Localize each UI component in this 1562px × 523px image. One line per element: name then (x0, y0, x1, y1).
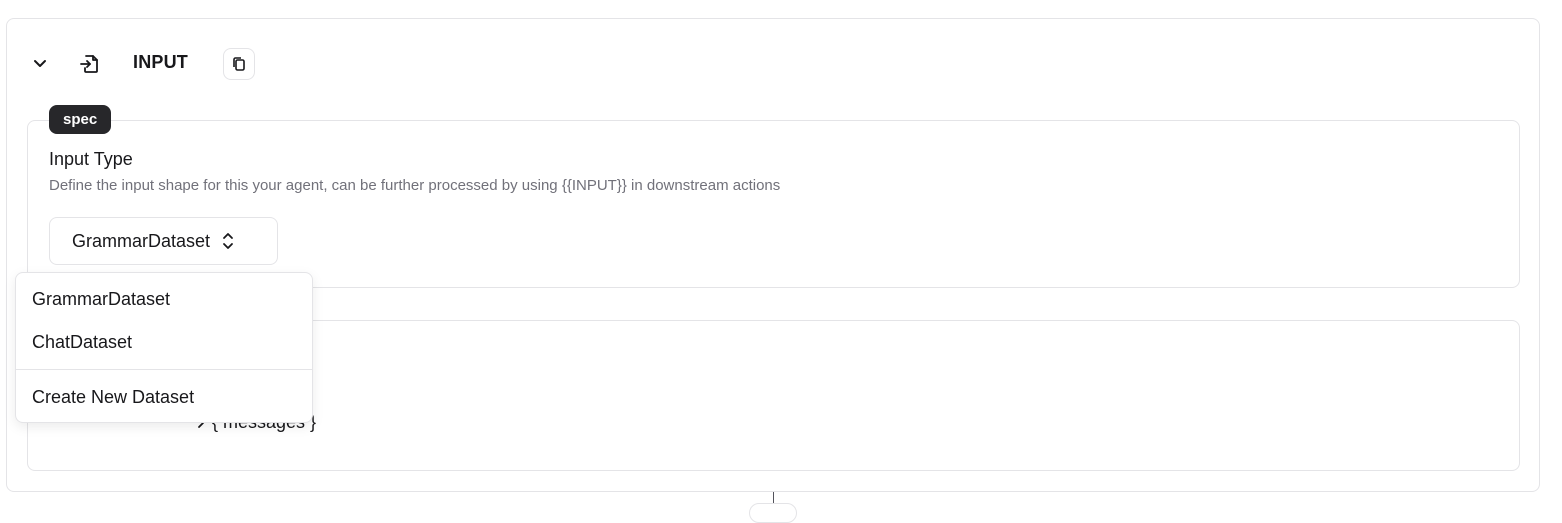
create-new-dataset-option[interactable]: Create New Dataset (16, 377, 312, 417)
spec-badge: spec (49, 105, 112, 134)
chevrons-up-down-icon (220, 231, 236, 251)
dataset-dropdown-menu: GrammarDataset ChatDataset Create New Da… (15, 272, 313, 423)
dropdown-option-grammardataset[interactable]: GrammarDataset (16, 279, 312, 319)
collapse-button[interactable] (24, 47, 56, 79)
dropdown-divider (16, 369, 312, 370)
chevron-down-icon (30, 53, 50, 73)
connector-handle[interactable] (749, 503, 797, 523)
node-title: INPUT (133, 52, 188, 72)
copy-button[interactable] (223, 48, 255, 80)
input-type-select[interactable]: GrammarDataset (49, 217, 278, 265)
input-type-label: Input Type (49, 149, 133, 169)
input-type-description: Define the input shape for this your age… (49, 177, 781, 194)
copy-icon (230, 55, 248, 73)
dropdown-option-chatdataset[interactable]: ChatDataset (16, 322, 312, 362)
selected-value: GrammarDataset (72, 230, 211, 251)
file-input-icon (76, 50, 104, 78)
